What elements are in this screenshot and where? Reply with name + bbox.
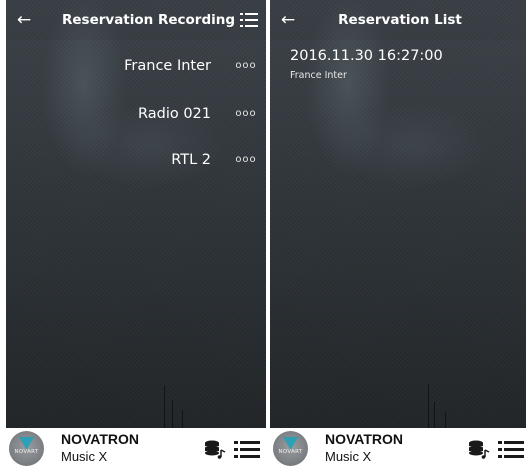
novart-logo: NOVART: [273, 431, 308, 466]
background-spire: [182, 410, 183, 428]
reservation-datetime: 2016.11.30 16:27:00: [290, 48, 443, 64]
page-title: Reservation List: [338, 12, 462, 28]
list-icon[interactable]: [240, 12, 258, 28]
more-options-icon[interactable]: ooo: [230, 48, 262, 84]
station-name: RTL 2: [171, 152, 211, 168]
station-name: Radio 021: [137, 106, 211, 122]
player-subtitle: Music X: [325, 449, 372, 464]
novart-logo: NOVART: [9, 431, 44, 466]
reservation-entry[interactable]: 2016.11.30 16:27:00 France Inter: [290, 48, 443, 81]
top-bar: ← Reservation List: [270, 0, 526, 40]
station-name: France Inter: [124, 58, 211, 74]
back-arrow-icon[interactable]: ←: [14, 10, 34, 30]
logo-text: NOVART: [278, 449, 303, 455]
more-options-icon[interactable]: ooo: [230, 142, 262, 178]
player-title: NOVATRON: [61, 431, 140, 447]
station-item-rtl-2[interactable]: RTL 2 ooo: [6, 142, 266, 178]
reservation-list-screen: ← Reservation List 2016.11.30 16:27:00 F…: [270, 0, 526, 469]
mini-player[interactable]: NOVART NOVATRON Music X: [6, 428, 266, 469]
reservation-recording-screen: ← Reservation Recording France Inter ooo…: [6, 0, 266, 469]
playlist-icon[interactable]: [234, 441, 260, 459]
logo-text: NOVART: [14, 449, 39, 455]
station-item-france-inter[interactable]: France Inter ooo: [6, 48, 266, 84]
background-spire: [428, 384, 429, 428]
background-spire: [434, 402, 435, 428]
player-subtitle: Music X: [61, 449, 108, 464]
background-spire: [445, 412, 446, 428]
player-title: NOVATRON: [325, 431, 404, 447]
more-options-icon[interactable]: ooo: [230, 96, 262, 132]
database-music-icon[interactable]: [204, 440, 226, 460]
page-title: Reservation Recording: [62, 12, 236, 28]
top-bar: ← Reservation Recording: [6, 0, 266, 40]
mini-player[interactable]: NOVART NOVATRON Music X: [270, 428, 526, 469]
station-item-radio-021[interactable]: Radio 021 ooo: [6, 96, 266, 132]
playlist-icon[interactable]: [498, 441, 524, 459]
database-music-icon[interactable]: [468, 440, 490, 460]
background-spire: [172, 400, 173, 428]
background-spire: [164, 386, 165, 428]
reservation-station: France Inter: [290, 70, 347, 81]
